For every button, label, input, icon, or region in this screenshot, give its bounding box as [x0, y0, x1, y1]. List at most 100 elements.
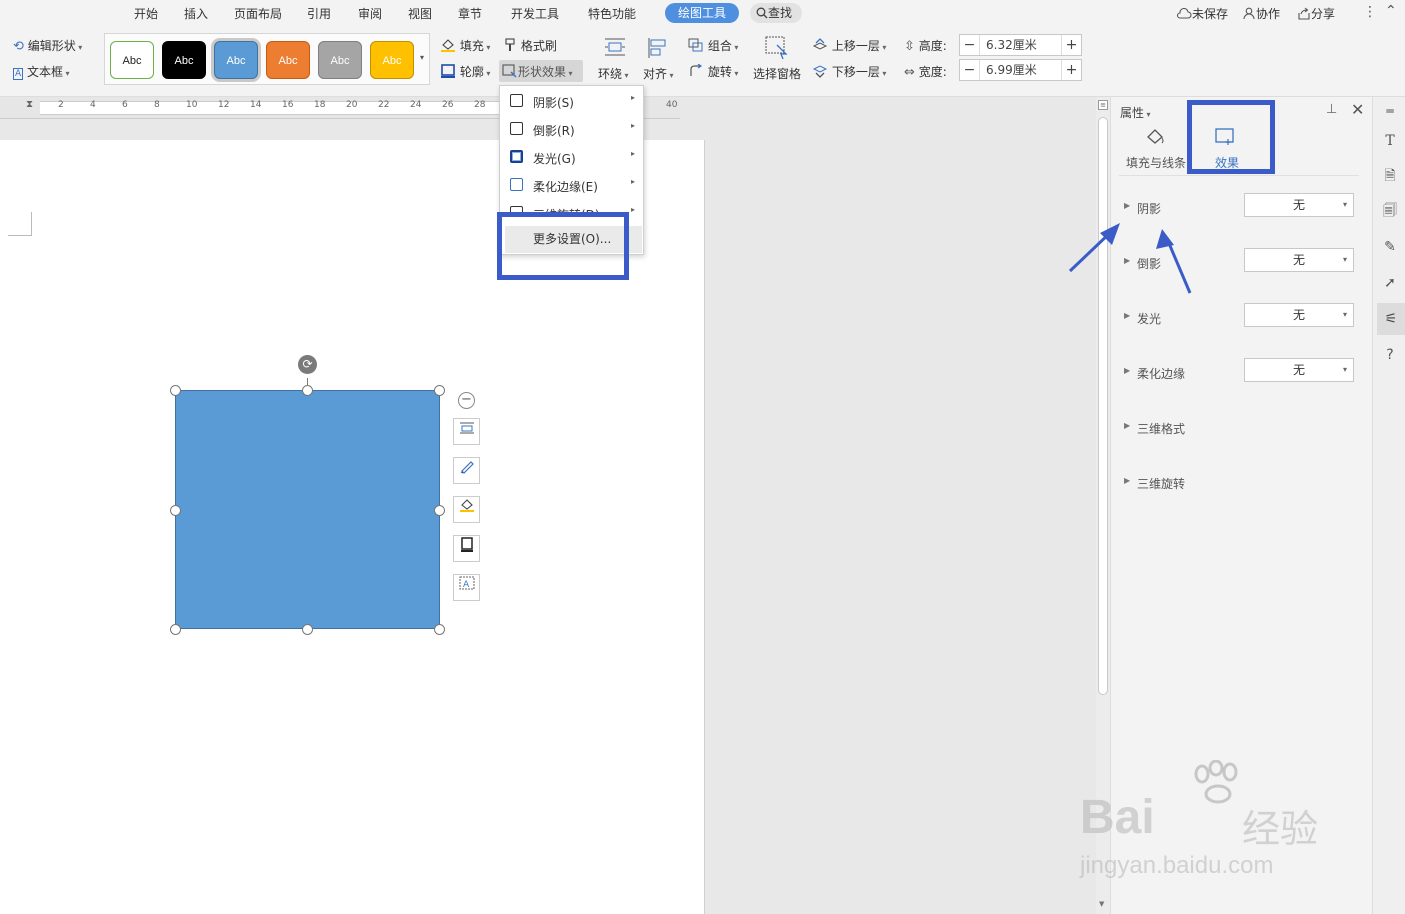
select-pointer-icon[interactable]: ➚ [1382, 275, 1398, 291]
menu-item-soft-edges[interactable]: 柔化边缘(E) ▸ [500, 171, 643, 199]
effect-row[interactable]: ▶ 三维旋转 [1111, 471, 1371, 495]
outline-icon[interactable] [453, 535, 480, 562]
tab-view[interactable]: 视图 [408, 5, 432, 22]
shape-style-swatch[interactable]: Abc [318, 41, 362, 79]
tab-chapter[interactable]: 章节 [458, 5, 482, 22]
pen-style-icon[interactable] [453, 457, 480, 484]
shape-style-swatch[interactable]: Abc [110, 41, 154, 79]
split-view-icon[interactable]: ≡ [1098, 100, 1108, 110]
tab-fill-line[interactable]: 填充与线条 [1126, 154, 1186, 171]
minus-icon[interactable]: − [960, 60, 980, 80]
width-stepper[interactable]: − 6.99厘米 + [959, 59, 1082, 81]
text-box-button[interactable]: A 文本框 ▾ [13, 63, 70, 80]
align-button[interactable]: 对齐 ▾ [643, 65, 674, 82]
expand-arrow-icon[interactable]: ▶ [1124, 476, 1130, 485]
text-style-icon[interactable]: T [1382, 133, 1398, 149]
gallery-more-icon[interactable]: ▾ [420, 53, 424, 62]
group-button[interactable]: 组合 ▾ [688, 37, 738, 54]
plus-icon[interactable]: + [1061, 35, 1081, 55]
scroll-down-icon[interactable]: ▼ [1099, 900, 1104, 908]
close-icon[interactable]: ✕ [1351, 100, 1364, 119]
collapse-tools-icon[interactable]: − [458, 392, 475, 409]
property-sliders-icon[interactable]: ⚟ [1377, 303, 1405, 335]
help-icon[interactable]: ? [1382, 347, 1398, 363]
tab-references[interactable]: 引用 [307, 5, 331, 22]
fill-line-tab-icon[interactable] [1144, 127, 1168, 149]
expand-arrow-icon[interactable]: ▶ [1124, 421, 1130, 430]
effect-preset-select[interactable]: 无 ▾ [1244, 193, 1354, 217]
resize-handle-bottom-right[interactable] [434, 624, 445, 635]
tab-review[interactable]: 审阅 [358, 5, 382, 22]
tab-developer[interactable]: 开发工具 [511, 5, 559, 22]
expand-arrow-icon[interactable]: ▶ [1124, 366, 1130, 375]
width-value[interactable]: 6.99厘米 [980, 60, 1037, 80]
edit-shape-button[interactable]: ⟲ 编辑形状 ▾ [13, 37, 82, 54]
menu-item-reflection[interactable]: 倒影(R) ▸ [500, 115, 643, 143]
height-value[interactable]: 6.32厘米 [980, 35, 1037, 55]
scrollbar-thumb[interactable] [1098, 117, 1108, 695]
document-icon[interactable]: 🗎 [1382, 168, 1398, 184]
plus-icon[interactable]: + [1061, 60, 1081, 80]
height-stepper[interactable]: − 6.32厘米 + [959, 34, 1082, 56]
format-painter-button[interactable]: 格式刷 [503, 37, 557, 54]
resize-handle-bottom[interactable] [302, 624, 313, 635]
send-backward-button[interactable]: 下移一层 ▾ [812, 63, 886, 80]
selection-pane-label[interactable]: 选择窗格 [753, 65, 801, 82]
effect-row[interactable]: ▶ 三维格式 [1111, 416, 1371, 440]
shape-style-swatch[interactable]: Abc [370, 41, 414, 79]
expand-arrow-icon[interactable]: ▶ [1124, 201, 1130, 210]
shape-style-swatch[interactable]: Abc [266, 41, 310, 79]
resize-handle-bottom-left[interactable] [170, 624, 181, 635]
effect-row[interactable]: ▶ 柔化边缘无 ▾ [1111, 358, 1371, 385]
reflection-icon [510, 122, 523, 135]
edit-pen-icon[interactable]: ✎ [1382, 239, 1398, 255]
wrap-icon[interactable] [602, 36, 628, 61]
unsaved-status[interactable]: 未保存 [1176, 5, 1228, 22]
align-icon[interactable] [646, 36, 672, 63]
rotate-button[interactable]: 旋转 ▾ [688, 63, 738, 80]
resize-handle-top-right[interactable] [434, 385, 445, 396]
resize-handle-top-left[interactable] [170, 385, 181, 396]
resize-handle-right[interactable] [434, 505, 445, 516]
effect-row[interactable]: ▶ 发光无 ▾ [1111, 303, 1371, 330]
ruler-tick-label: 4 [90, 100, 96, 110]
tab-home[interactable]: 开始 [134, 5, 158, 22]
rotate-handle-icon[interactable]: ⟳ [298, 355, 317, 374]
wrap-button[interactable]: 环绕 ▾ [598, 65, 629, 82]
menu-lines-icon[interactable]: ═ [1382, 103, 1398, 119]
shape-style-swatch[interactable]: Abc [162, 41, 206, 79]
collapse-ribbon-icon[interactable]: ⌃ [1385, 3, 1397, 19]
collaborate-button[interactable]: 协作 [1243, 5, 1280, 22]
tab-insert[interactable]: 插入 [184, 5, 208, 22]
search-button[interactable]: 查找 [750, 3, 802, 23]
tab-special[interactable]: 特色功能 [588, 5, 636, 22]
resize-handle-top[interactable] [302, 385, 313, 396]
selected-rectangle-shape[interactable] [175, 390, 440, 629]
fill-bucket-icon[interactable] [453, 496, 480, 523]
menu-item-shadow[interactable]: 阴影(S) ▸ [500, 87, 643, 115]
tab-drawing-tools[interactable]: 绘图工具 [665, 3, 739, 23]
panel-title[interactable]: 属性 ▾ [1120, 104, 1151, 121]
resize-handle-left[interactable] [170, 505, 181, 516]
indent-marker-icon[interactable]: ⧗ [26, 99, 33, 110]
more-options-icon[interactable]: ⋮ [1363, 4, 1377, 20]
document-settings-icon[interactable]: 🗐 [1382, 203, 1398, 219]
outline-button[interactable]: 轮廓 ▾ [440, 63, 490, 80]
effect-preset-select[interactable]: 无 ▾ [1244, 358, 1354, 382]
minus-icon[interactable]: − [960, 35, 980, 55]
effect-preset-select[interactable]: 无 ▾ [1244, 248, 1354, 272]
pin-icon[interactable]: ⊥ [1326, 102, 1337, 117]
expand-arrow-icon[interactable]: ▶ [1124, 311, 1130, 320]
shape-style-swatch[interactable]: Abc [214, 41, 258, 79]
tab-page-layout[interactable]: 页面布局 [234, 5, 282, 22]
selection-pane-icon[interactable] [764, 35, 790, 64]
shape-effects-button[interactable]: 形状效果 ▾ [499, 60, 583, 82]
share-button[interactable]: 分享 [1297, 5, 1335, 22]
layout-options-icon[interactable] [453, 418, 480, 445]
menu-item-glow[interactable]: 发光(G) ▸ [500, 143, 643, 171]
text-box-icon[interactable]: A [453, 574, 480, 601]
bring-forward-button[interactable]: 上移一层 ▾ [812, 37, 886, 54]
fill-button[interactable]: 填充 ▾ [440, 37, 490, 54]
effect-preset-select[interactable]: 无 ▾ [1244, 303, 1354, 327]
ruler-tick-label: 6 [122, 100, 128, 110]
